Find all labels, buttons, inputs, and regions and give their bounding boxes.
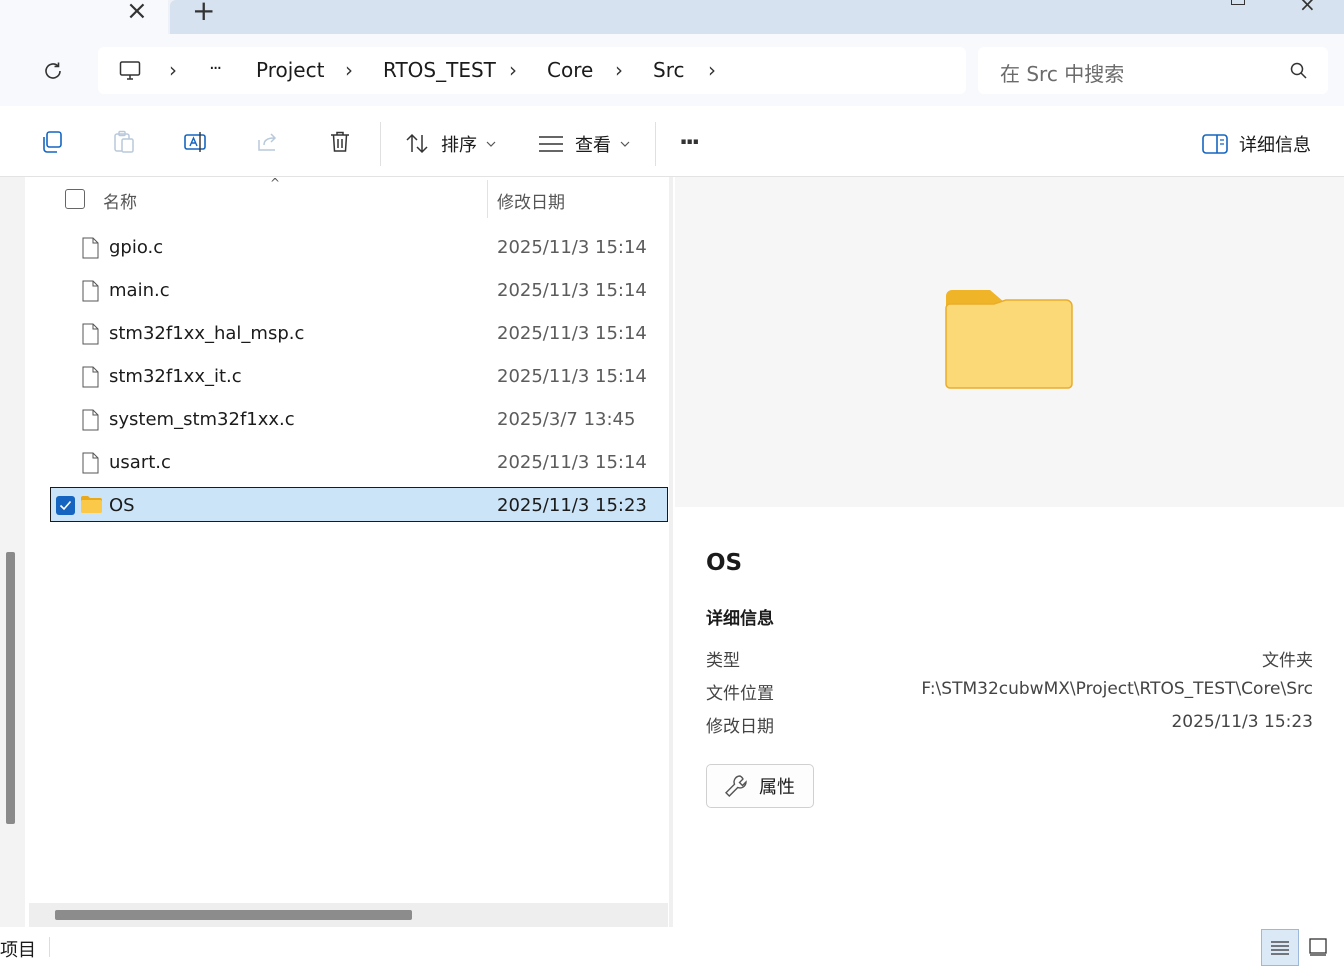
horizontal-scrollbar-thumb[interactable] [55,910,412,920]
breadcrumb-chevron[interactable]: › [345,58,353,82]
search-input[interactable]: 在 Src 中搜索 [1000,58,1124,87]
details-value-location[interactable]: F:\STM32cubwMX\Project\RTOS_TEST\Core\Sr… [921,679,1313,699]
file-name: OS [109,495,135,516]
status-separator [49,937,50,957]
details-pane-button[interactable]: 详细信息 [1202,128,1322,160]
sort-icon [406,133,428,154]
breadcrumb-rtos-test[interactable]: RTOS_TEST [383,58,496,82]
status-bar [0,927,1344,966]
tab-strip-background [170,0,1344,34]
paste-button[interactable] [110,128,138,156]
file-date: 2025/11/3 15:14 [497,366,647,387]
breadcrumb-overflow[interactable]: ··· [209,58,222,79]
toolbar-separator [655,122,656,166]
file-icon [82,280,99,302]
checkmark-icon [59,500,72,511]
file-date: 2025/3/7 13:45 [497,409,636,430]
trash-icon [331,131,349,152]
close-tab-button[interactable]: × [126,0,148,26]
details-pane-label: 详细信息 [1239,135,1311,156]
file-name: stm32f1xx_hal_msp.c [109,323,305,344]
this-pc-icon[interactable] [118,59,142,83]
file-name: gpio.c [109,237,164,258]
file-name: usart.c [109,452,171,473]
breadcrumb-chevron[interactable]: › [509,58,517,82]
breadcrumb-chevron[interactable]: › [169,58,177,82]
file-date: 2025/11/3 15:14 [497,452,647,473]
share-icon [258,133,277,151]
details-label-type: 类型 [706,651,740,671]
column-separator[interactable] [487,180,488,218]
folder-preview-icon [945,290,1073,389]
paste-icon [114,130,134,153]
details-view-icon [1271,940,1289,955]
item-count: 项目 [0,940,36,961]
share-button[interactable] [254,128,282,156]
chevron-down-icon [486,141,496,147]
close-window-icon[interactable]: × [1299,0,1316,16]
file-icon [82,366,99,388]
toolbar-separator [380,122,381,166]
maximize-icon[interactable] [1231,0,1245,5]
details-view-button[interactable] [1261,929,1299,966]
row-checkbox-checked[interactable] [56,496,75,515]
breadcrumb-core[interactable]: Core [547,58,593,82]
rename-button[interactable] [182,128,210,156]
copy-icon [43,131,62,153]
file-date: 2025/11/3 15:14 [497,280,647,301]
details-pane-icon [1202,134,1228,154]
details-label-location: 文件位置 [706,684,774,704]
file-icon [82,452,99,474]
details-value-modified: 2025/11/3 15:23 [1171,712,1313,732]
view-button[interactable]: 查看 [538,128,634,160]
select-all-checkbox[interactable] [65,189,85,209]
large-icons-view-button[interactable] [1305,934,1331,960]
column-header-date[interactable]: 修改日期 [497,188,565,213]
delete-button[interactable] [326,128,354,156]
view-list-icon [539,136,563,152]
file-date: 2025/11/3 15:14 [497,237,647,258]
details-value-type: 文件夹 [1262,651,1313,671]
file-name: stm32f1xx_it.c [109,366,242,387]
file-icon [82,237,99,259]
new-tab-button[interactable]: + [192,0,215,27]
view-label: 查看 [575,135,611,156]
details-label-modified: 修改日期 [706,717,774,737]
chevron-down-icon [620,141,630,147]
details-title: OS [706,550,743,576]
breadcrumb-chevron[interactable]: › [708,58,716,82]
file-name: main.c [109,280,170,301]
refresh-button[interactable] [41,59,65,83]
vertical-scrollbar-thumb[interactable] [6,552,15,824]
file-date: 2025/11/3 15:23 [497,495,647,516]
large-icons-view-icon [1309,938,1327,956]
file-name: system_stm32f1xx.c [109,409,295,430]
search-icon[interactable] [1289,61,1309,81]
sort-ascending-icon: ^ [270,176,281,190]
sort-button[interactable]: 排序 [404,128,500,160]
details-section-heading: 详细信息 [706,609,774,629]
file-date: 2025/11/3 15:14 [497,323,647,344]
breadcrumb-project[interactable]: Project [256,58,324,82]
copy-button[interactable] [38,128,66,156]
file-icon [82,323,99,345]
folder-icon [81,496,102,513]
properties-button[interactable]: 属性 [706,764,814,808]
refresh-icon [45,62,61,79]
breadcrumb-src[interactable]: Src [653,58,684,82]
more-options-button[interactable]: ··· [679,128,700,156]
address-bar[interactable] [98,47,966,94]
wrench-icon [725,775,747,797]
column-header-name[interactable]: 名称 [103,188,137,213]
sort-label: 排序 [441,135,477,156]
breadcrumb-chevron[interactable]: › [615,58,623,82]
rename-icon [184,132,206,152]
properties-label: 属性 [759,777,795,798]
file-icon [82,409,99,431]
pane-divider[interactable] [669,177,673,927]
